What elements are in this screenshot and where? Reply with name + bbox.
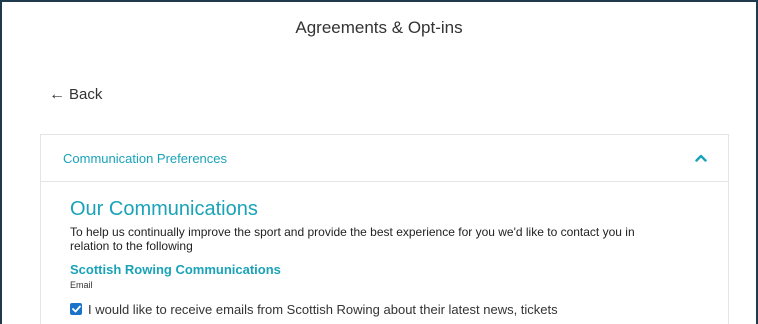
intro-text: To help us continually improve the sport… bbox=[70, 225, 635, 253]
email-optin-label[interactable]: I would like to receive emails from Scot… bbox=[88, 302, 558, 317]
back-arrow-icon: ← bbox=[49, 85, 65, 103]
email-optin-checkbox[interactable] bbox=[70, 303, 82, 315]
email-field-label: Email bbox=[70, 280, 93, 290]
subsection-title: Scottish Rowing Communications bbox=[70, 262, 281, 277]
chevron-up-icon[interactable] bbox=[694, 151, 708, 165]
back-link[interactable]: ← Back bbox=[49, 86, 102, 103]
page-title: Agreements & Opt-ins bbox=[295, 18, 463, 37]
app-window: Agreements & Opt-ins ← Back Communicatio… bbox=[0, 0, 758, 324]
panel-body: Our Communications To help us continuall… bbox=[41, 182, 728, 317]
communication-preferences-panel: Communication Preferences Our Communicat… bbox=[40, 134, 729, 324]
panel-header-toggle[interactable]: Communication Preferences bbox=[41, 135, 728, 182]
panel-header-label: Communication Preferences bbox=[63, 150, 228, 166]
email-optin-row: I would like to receive emails from Scot… bbox=[70, 302, 728, 317]
section-title: Our Communications bbox=[70, 198, 258, 220]
checkmark-icon bbox=[71, 305, 81, 313]
back-label: Back bbox=[69, 86, 103, 103]
